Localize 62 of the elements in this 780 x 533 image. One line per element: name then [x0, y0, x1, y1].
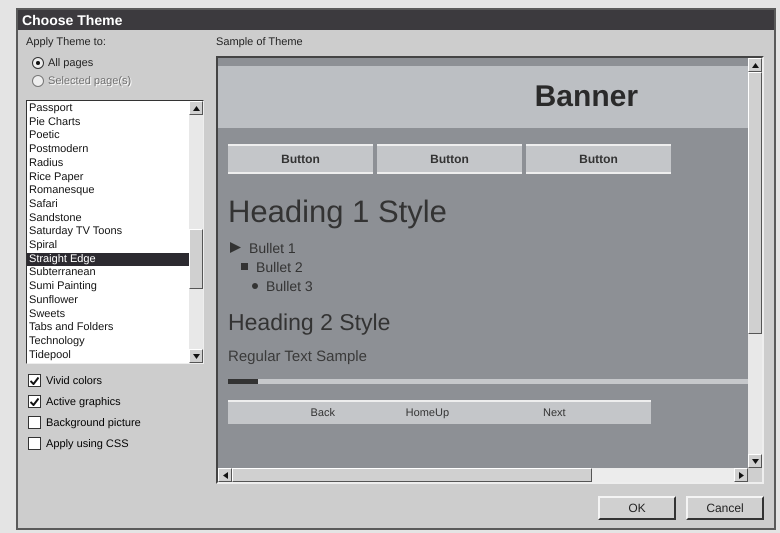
- scroll-down-button[interactable]: [748, 454, 762, 468]
- scroll-left-button[interactable]: [218, 468, 232, 482]
- theme-list[interactable]: [26, 100, 204, 364]
- dot-bullet-icon: [252, 282, 258, 288]
- checkbox-label[interactable]: Background picture: [46, 416, 141, 428]
- down-arrow-icon: [752, 458, 758, 464]
- up-arrow-icon: [192, 106, 200, 110]
- theme-list-item[interactable]: Pie Charts: [27, 116, 189, 130]
- ok-button[interactable]: OK: [598, 496, 676, 520]
- bullet-text: Bullet 1: [249, 240, 296, 256]
- theme-list-item[interactable]: Sandstone: [27, 212, 189, 226]
- radio-label[interactable]: All pages: [48, 57, 94, 69]
- banner-heading: Banner: [218, 66, 748, 128]
- heading-one-sample: Heading 1 Style: [228, 194, 448, 230]
- theme-list-item[interactable]: Spiral: [27, 239, 189, 253]
- theme-list-item[interactable]: Tidepool: [27, 348, 189, 362]
- scroll-thumb[interactable]: [189, 229, 203, 289]
- scroll-down-button[interactable]: [189, 349, 203, 363]
- theme-list-item[interactable]: Technology: [27, 334, 189, 349]
- theme-list-item[interactable]: Safari: [27, 198, 189, 212]
- regular-text-sample: Regular Text Sample: [228, 348, 368, 365]
- scroll-up-button[interactable]: [748, 58, 762, 72]
- window-title: Choose Theme: [18, 10, 774, 30]
- bullet-text: Bullet 2: [256, 258, 303, 274]
- theme-list-item[interactable]: Radius: [27, 156, 189, 171]
- theme-list-item[interactable]: Sunflower: [27, 294, 189, 308]
- checkmark-icon: [30, 398, 39, 406]
- theme-list-item[interactable]: Sweets: [27, 308, 189, 322]
- scroll-thumb[interactable]: [748, 72, 762, 334]
- theme-list-item[interactable]: Subterranean: [27, 266, 189, 280]
- checkbox-label[interactable]: Apply using CSS: [46, 438, 129, 450]
- checkbox[interactable]: [28, 416, 41, 429]
- theme-list-item[interactable]: Sumi Painting: [27, 280, 189, 294]
- theme-list-item[interactable]: Passport: [27, 102, 189, 116]
- checkbox[interactable]: [28, 374, 41, 387]
- theme-list-item[interactable]: Tabs and Folders: [27, 321, 189, 335]
- scroll-up-button[interactable]: [189, 101, 203, 115]
- up-arrow-icon: [752, 62, 758, 68]
- sample-label: Sample of Theme: [216, 36, 304, 48]
- triangle-bullet-icon: [230, 242, 241, 253]
- scroll-thumb[interactable]: [232, 468, 592, 482]
- theme-list-item[interactable]: Saturday TV Toons: [27, 225, 189, 240]
- radio-button[interactable]: [32, 57, 44, 69]
- theme-list-item[interactable]: Poetic: [27, 129, 189, 144]
- theme-list-item[interactable]: Straight Edge: [27, 252, 189, 266]
- cancel-button[interactable]: Cancel: [686, 496, 764, 520]
- theme-list-item[interactable]: Rice Paper: [27, 170, 189, 184]
- apply-theme-label: Apply Theme to:: [26, 36, 107, 48]
- scroll-right-button[interactable]: [734, 468, 748, 482]
- bullet-text: Bullet 3: [266, 278, 313, 294]
- theme-list-item[interactable]: Postmodern: [27, 143, 189, 157]
- left-arrow-icon: [222, 472, 228, 478]
- square-bullet-icon: [241, 263, 248, 270]
- checkbox[interactable]: [28, 395, 41, 408]
- checkbox[interactable]: [28, 437, 41, 450]
- checkbox-label[interactable]: Vivid colors: [46, 374, 102, 386]
- down-arrow-icon: [192, 354, 200, 358]
- checkmark-icon: [30, 376, 39, 384]
- theme-list-item[interactable]: Romanesque: [27, 184, 189, 198]
- right-arrow-icon: [738, 472, 744, 478]
- heading-two-sample: Heading 2 Style: [228, 309, 392, 336]
- checkbox-label[interactable]: Active graphics: [46, 396, 121, 408]
